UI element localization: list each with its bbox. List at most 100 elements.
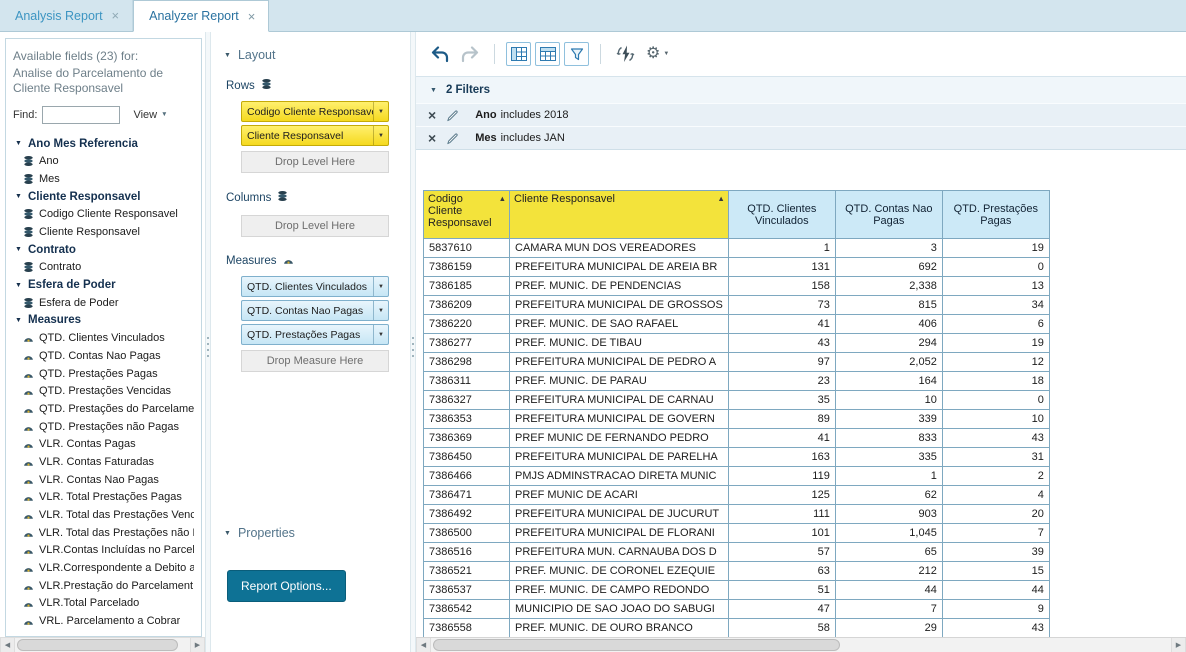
cell-codigo[interactable]: 7386450 [424,448,510,467]
cell-qtd-contas-nao-pagas[interactable]: 833 [835,429,942,448]
table-row[interactable]: 7386185 PREF. MUNIC. DE PENDENCIAS 158 2… [424,277,1050,296]
cell-qtd-prestacoes-pagas[interactable]: 7 [942,524,1049,543]
field-item[interactable]: ▼ QTD. Prestações Vencidas [13,382,194,400]
table-row[interactable]: 7386277 PREF. MUNIC. DE TIBAU 43 294 19 [424,334,1050,353]
cell-qtd-prestacoes-pagas[interactable]: 2 [942,467,1049,486]
cell-qtd-contas-nao-pagas[interactable]: 406 [835,315,942,334]
table-row[interactable]: 7386159 PREFEITURA MUNICIPAL DE AREIA BR… [424,258,1050,277]
cell-qtd-prestacoes-pagas[interactable]: 43 [942,429,1049,448]
cell-qtd-clientes-vinculados[interactable]: 35 [728,391,835,410]
cell-qtd-contas-nao-pagas[interactable]: 815 [835,296,942,315]
cell-qtd-clientes-vinculados[interactable]: 41 [728,429,835,448]
table-row[interactable]: 7386298 PREFEITURA MUNICIPAL DE PEDRO A … [424,353,1050,372]
cell-qtd-contas-nao-pagas[interactable]: 903 [835,505,942,524]
field-item[interactable]: ▼ Esfera de Poder [13,294,194,312]
cell-qtd-clientes-vinculados[interactable]: 58 [728,619,835,638]
scroll-right-icon[interactable]: ▶ [1171,638,1186,652]
toggle-layout-panel-button[interactable] [506,42,531,66]
cell-qtd-contas-nao-pagas[interactable]: 294 [835,334,942,353]
cell-qtd-prestacoes-pagas[interactable]: 19 [942,239,1049,258]
filter-row[interactable]: × Anoincludes 2018 [416,103,1186,126]
field-item[interactable]: ▼ Esfera de Poder [13,276,194,294]
field-item[interactable]: ▼ VLR. Contas Nao Pagas [13,471,194,489]
cell-qtd-contas-nao-pagas[interactable]: 2,338 [835,277,942,296]
report-options-button[interactable]: Report Options... [227,570,346,602]
table-row[interactable]: 7386311 PREF. MUNIC. DE PARAU 23 164 18 [424,372,1050,391]
cell-qtd-clientes-vinculados[interactable]: 51 [728,581,835,600]
cell-qtd-prestacoes-pagas[interactable]: 4 [942,486,1049,505]
cell-codigo[interactable]: 7386327 [424,391,510,410]
field-item[interactable]: ▼ QTD. Prestações não Pagas [13,418,194,436]
cell-qtd-prestacoes-pagas[interactable]: 20 [942,505,1049,524]
tab-analyzer-report[interactable]: Analyzer Report × [133,0,269,32]
cell-cliente[interactable]: PREF MUNIC DE FERNANDO PEDRO [510,429,729,448]
cell-qtd-contas-nao-pagas[interactable]: 1,045 [835,524,942,543]
table-row[interactable]: 7386500 PREFEITURA MUNICIPAL DE FLORANI … [424,524,1050,543]
table-row[interactable]: 7386521 PREF. MUNIC. DE CORONEL EZEQUIE … [424,562,1050,581]
sort-asc-icon[interactable]: ▲ [717,194,724,203]
field-item[interactable]: ▼ Contrato [13,259,194,277]
cell-codigo[interactable]: 7386521 [424,562,510,581]
panel-splitter[interactable] [205,32,211,652]
field-item[interactable]: ▼ QTD. Contas Nao Pagas [13,347,194,365]
cell-codigo[interactable]: 7386369 [424,429,510,448]
cell-cliente[interactable]: PREFEITURA MUNICIPAL DE PARELHA [510,448,729,467]
table-row[interactable]: 7386353 PREFEITURA MUNICIPAL DE GOVERN 8… [424,410,1050,429]
cell-codigo[interactable]: 7386209 [424,296,510,315]
field-item[interactable]: ▼ VLR. Total das Prestações Venc [13,506,194,524]
table-row[interactable]: 7386516 PREFEITURA MUN. CARNAUBA DOS D 5… [424,543,1050,562]
field-item[interactable]: ▼ QTD. Prestações Pagas [13,365,194,383]
field-item[interactable]: ▼ QTD. Clientes Vinculados [13,329,194,347]
undo-button[interactable] [427,42,453,67]
cell-qtd-clientes-vinculados[interactable]: 131 [728,258,835,277]
cell-codigo[interactable]: 7386311 [424,372,510,391]
filter-panel-button[interactable] [564,42,589,66]
chevron-down-icon[interactable]: ▼ [373,277,388,296]
row-level-chip[interactable]: Cliente Responsavel ▼ [241,125,389,146]
cell-qtd-clientes-vinculados[interactable]: 73 [728,296,835,315]
cell-qtd-prestacoes-pagas[interactable]: 6 [942,315,1049,334]
cell-qtd-contas-nao-pagas[interactable]: 62 [835,486,942,505]
tab-analysis-report[interactable]: Analysis Report × [0,0,133,31]
scrollbar-thumb[interactable] [433,639,840,651]
filter-row[interactable]: × Mesincludes JAN [416,126,1186,149]
cell-qtd-contas-nao-pagas[interactable]: 212 [835,562,942,581]
cell-cliente[interactable]: PREFEITURA MUNICIPAL DE JUCURUT [510,505,729,524]
table-row[interactable]: 7386220 PREF. MUNIC. DE SAO RAFAEL 41 40… [424,315,1050,334]
fields-scrollbar[interactable]: ◀ ▶ [0,637,205,652]
scrollbar-track[interactable] [431,638,1171,652]
close-icon[interactable]: × [248,10,256,23]
cell-qtd-contas-nao-pagas[interactable]: 1 [835,467,942,486]
table-row[interactable]: 7386537 PREF. MUNIC. DE CAMPO REDONDO 51… [424,581,1050,600]
field-item[interactable]: ▼ VLR.Correspondente a Debito a [13,559,194,577]
scroll-left-icon[interactable]: ◀ [0,638,15,652]
cell-codigo[interactable]: 7386558 [424,619,510,638]
cell-qtd-clientes-vinculados[interactable]: 111 [728,505,835,524]
measures-drop-zone[interactable]: Drop Measure Here [241,350,389,372]
field-item[interactable]: ▼ Measures [13,312,194,330]
cell-qtd-contas-nao-pagas[interactable]: 44 [835,581,942,600]
field-item[interactable]: ▼ VLR. Contas Pagas [13,435,194,453]
cell-codigo[interactable]: 7386220 [424,315,510,334]
cell-cliente[interactable]: PREFEITURA MUNICIPAL DE CARNAU [510,391,729,410]
column-header-qtd-prestacoes-pagas[interactable]: QTD. Prestações Pagas [942,191,1049,239]
cell-cliente[interactable]: PREF MUNIC DE ACARI [510,486,729,505]
field-item[interactable]: ▼ VLR. Total das Prestações não P [13,524,194,542]
cell-qtd-contas-nao-pagas[interactable]: 65 [835,543,942,562]
view-dropdown[interactable]: View ▼ [133,109,167,121]
cell-qtd-clientes-vinculados[interactable]: 43 [728,334,835,353]
settings-dropdown-button[interactable]: ⚙ ▼ [642,46,673,62]
cell-cliente[interactable]: PREF. MUNIC. DE TIBAU [510,334,729,353]
cell-qtd-clientes-vinculados[interactable]: 41 [728,315,835,334]
cell-cliente[interactable]: PREFEITURA MUNICIPAL DE GOVERN [510,410,729,429]
cell-cliente[interactable]: PREFEITURA MUNICIPAL DE PEDRO A [510,353,729,372]
cell-qtd-prestacoes-pagas[interactable]: 13 [942,277,1049,296]
cell-qtd-prestacoes-pagas[interactable]: 18 [942,372,1049,391]
table-row[interactable]: 5837610 CAMARA MUN DOS VEREADORES 1 3 19 [424,239,1050,258]
cell-qtd-contas-nao-pagas[interactable]: 339 [835,410,942,429]
row-level-chip[interactable]: Codigo Cliente Responsavel ▼ [241,101,389,122]
field-item[interactable]: ▼ VLR.Total Parcelado [13,595,194,613]
cell-qtd-prestacoes-pagas[interactable]: 31 [942,448,1049,467]
sort-asc-icon[interactable]: ▲ [499,194,506,203]
cell-cliente[interactable]: PMJS ADMINSTRACAO DIRETA MUNIC [510,467,729,486]
